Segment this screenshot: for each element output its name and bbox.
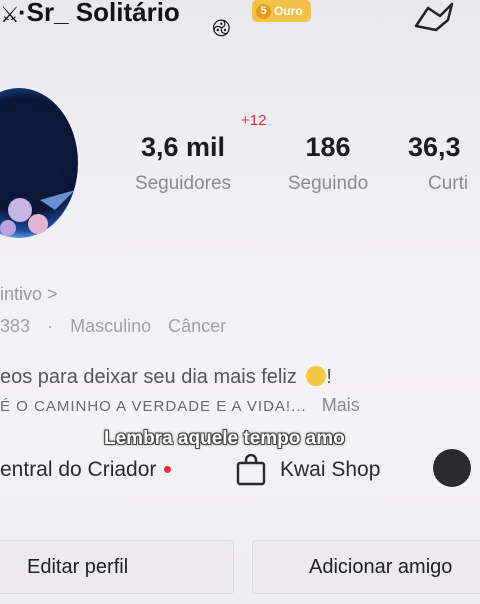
profile-header: ⚔ ·Sr_ Solitário ࿋ 5 Ouro: [0, 0, 480, 42]
creator-label: entral do Criador: [0, 458, 157, 481]
profile-circle-icon[interactable]: [433, 449, 471, 487]
profile-screen: ⚔ ·Sr_ Solitário ࿋ 5 Ouro +12 3,6 mil Se…: [0, 0, 480, 604]
stat-label: Curti: [428, 173, 469, 194]
kwai-shop-link[interactable]: Kwai Shop: [280, 458, 380, 482]
stat-value: 186: [305, 132, 351, 162]
level-number: 5: [256, 3, 271, 19]
swirl-icon: ࿋: [212, 15, 231, 42]
stat-label: Seguindo: [287, 173, 369, 194]
video-caption: Lembra aquele tempo amo: [104, 428, 345, 449]
meta-id: 383: [0, 316, 31, 336]
profile-meta: 383 · Masculino Câncer: [0, 316, 238, 337]
username: ·Sr_ Solitário: [18, 0, 180, 27]
edit-icon[interactable]: [412, 2, 456, 32]
shopping-bag-icon: [236, 454, 266, 486]
smile-emoji-icon: [306, 366, 327, 386]
bio-text-end: !: [326, 366, 332, 388]
edit-profile-button[interactable]: Editar perfil: [0, 540, 234, 594]
stat-followers[interactable]: 3,6 mil Seguidores: [122, 132, 244, 195]
bio-line-2: É O CAMINHO A VERDADE E A VIDA!... Mais: [0, 395, 360, 416]
notification-dot: [164, 466, 172, 473]
meta-sign: Câncer: [168, 316, 227, 336]
flower-decoration: [0, 190, 75, 236]
meta-gender: Masculino: [70, 316, 152, 336]
level-label: Ouro: [274, 4, 303, 18]
stat-likes[interactable]: 36,3 Curti: [408, 132, 480, 195]
bio-text: É O CAMINHO A VERDADE E A VIDA!...: [0, 398, 307, 415]
stat-value: 36,3: [408, 132, 461, 162]
bio-text: eos para deixar seu dia mais feliz: [0, 366, 297, 388]
creator-center-link[interactable]: entral do Criador: [0, 458, 172, 482]
stat-value: 3,6 mil: [140, 132, 226, 162]
level-badge[interactable]: 5 Ouro: [252, 0, 311, 22]
more-link[interactable]: Mais: [322, 395, 360, 415]
add-friend-button[interactable]: Adicionar amigo: [252, 540, 480, 594]
stat-label: Seguidores: [134, 173, 232, 194]
stat-following[interactable]: 186 Seguindo: [270, 132, 386, 195]
meta-separator: ·: [47, 316, 54, 336]
followers-delta: +12: [241, 112, 267, 129]
crossed-icon: ⚔: [0, 2, 20, 27]
bio-line-1: eos para deixar seu dia mais feliz !: [0, 366, 332, 389]
intivo-link[interactable]: intivo >: [0, 284, 58, 305]
